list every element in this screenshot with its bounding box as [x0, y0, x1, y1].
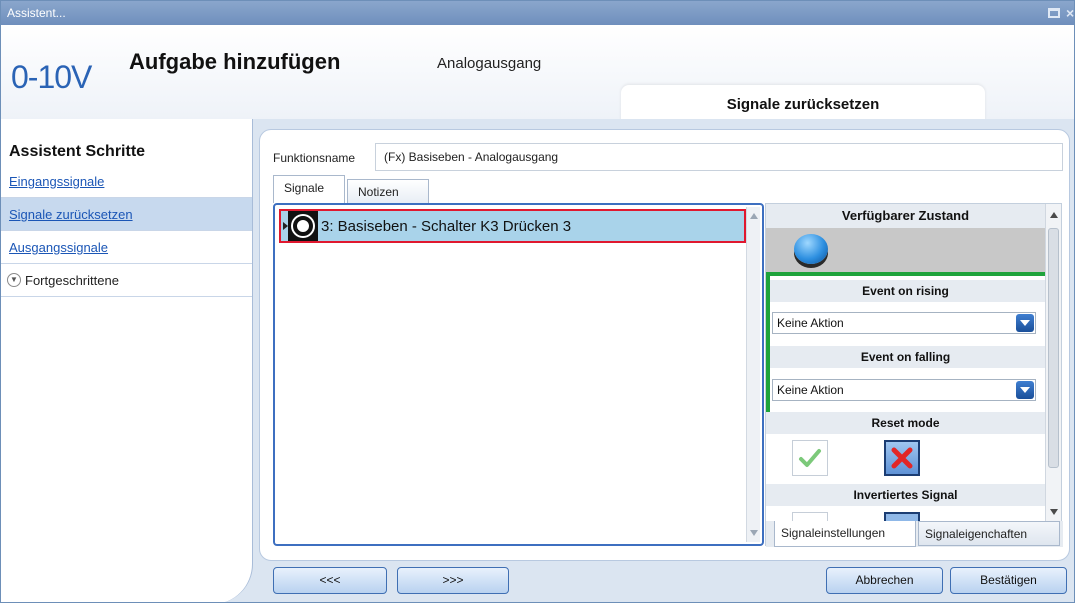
next-button[interactable]: >>> [397, 567, 509, 594]
sidebar-item-label[interactable]: Signale zurücksetzen [9, 207, 133, 222]
inverted-signal-heading: Invertiertes Signal [766, 484, 1045, 506]
window-controls: × [1048, 1, 1074, 25]
scroll-up-icon[interactable] [750, 213, 758, 219]
reset-mode-heading: Reset mode [766, 412, 1045, 434]
panel-scrollbar[interactable] [1045, 204, 1061, 521]
tab-signale[interactable]: Signale [273, 175, 345, 203]
title-bar: Assistent... × [1, 1, 1074, 25]
red-x-icon[interactable] [884, 440, 920, 476]
signal-row-label: 3: Basiseben - Schalter K3 Drücken 3 [321, 217, 572, 235]
sidebar: Assistent Schritte Eingangssignale Signa… [1, 119, 253, 602]
back-button[interactable]: <<< [273, 567, 387, 594]
scroll-up-icon[interactable] [1050, 212, 1058, 218]
list-item[interactable]: 3: Basiseben - Schalter K3 Drücken 3 [279, 209, 746, 243]
available-state-heading: Verfügbarer Zustand [766, 204, 1045, 228]
sidebar-item-label[interactable]: Eingangssignale [9, 174, 104, 189]
close-icon[interactable]: × [1066, 6, 1074, 20]
panel-tabs: Signaleinstellungen Signaleigenchaften [766, 521, 1063, 547]
sidebar-heading: Assistent Schritte [9, 143, 146, 160]
sidebar-item-label[interactable]: Ausgangssignale [9, 240, 108, 255]
page-subtitle: Analogausgang [437, 55, 542, 72]
restore-icon[interactable] [1048, 8, 1060, 18]
advanced-label: Fortgeschrittene [25, 272, 119, 288]
event-group-highlight [766, 272, 1050, 416]
blue-button-icon[interactable] [794, 234, 828, 264]
scroll-thumb[interactable] [1048, 228, 1059, 468]
assistant-window: Assistent... × 0-10V Aufgabe hinzufügen … [0, 0, 1075, 603]
scroll-down-icon[interactable] [1050, 509, 1058, 515]
chevron-down-icon[interactable]: ▼ [7, 273, 21, 287]
scroll-down-icon[interactable] [750, 530, 758, 536]
current-step-tab: Signale zurücksetzen [621, 85, 985, 121]
window-title: Assistent... [7, 6, 66, 20]
page-title: Aufgabe hinzufügen [129, 49, 341, 74]
confirm-button[interactable]: Bestätigen [950, 567, 1067, 594]
switch-icon [288, 211, 318, 241]
signal-settings-panel: Verfügbarer Zustand Event on rising Kein… [765, 203, 1063, 547]
checkmark-icon[interactable] [792, 440, 828, 476]
function-name-label: Funktionsname [273, 151, 356, 165]
tab-notizen[interactable]: Notizen [347, 179, 429, 205]
sidebar-item-eingangssignale[interactable]: Eingangssignale [1, 165, 252, 198]
steps-list: Eingangssignale Signale zurücksetzen Aus… [1, 165, 252, 297]
tab-signaleinstellungen[interactable]: Signaleinstellungen [774, 521, 916, 547]
sidebar-item-ausgangssignale[interactable]: Ausgangssignale [1, 231, 252, 264]
sidebar-item-advanced[interactable]: ▼ Fortgeschrittene [1, 264, 252, 297]
list-scrollbar[interactable] [746, 207, 760, 542]
available-state-area [766, 228, 1045, 274]
cancel-button[interactable]: Abbrechen [826, 567, 943, 594]
sidebar-item-signale-zuruecksetzen[interactable]: Signale zurücksetzen [1, 198, 252, 231]
logo: 0-10V [11, 59, 92, 95]
tab-signaleigenchaften[interactable]: Signaleigenchaften [918, 521, 1060, 546]
function-name-input[interactable]: (Fx) Basiseben - Analogausgang [375, 143, 1063, 171]
signals-list: 3: Basiseben - Schalter K3 Drücken 3 [273, 203, 764, 546]
